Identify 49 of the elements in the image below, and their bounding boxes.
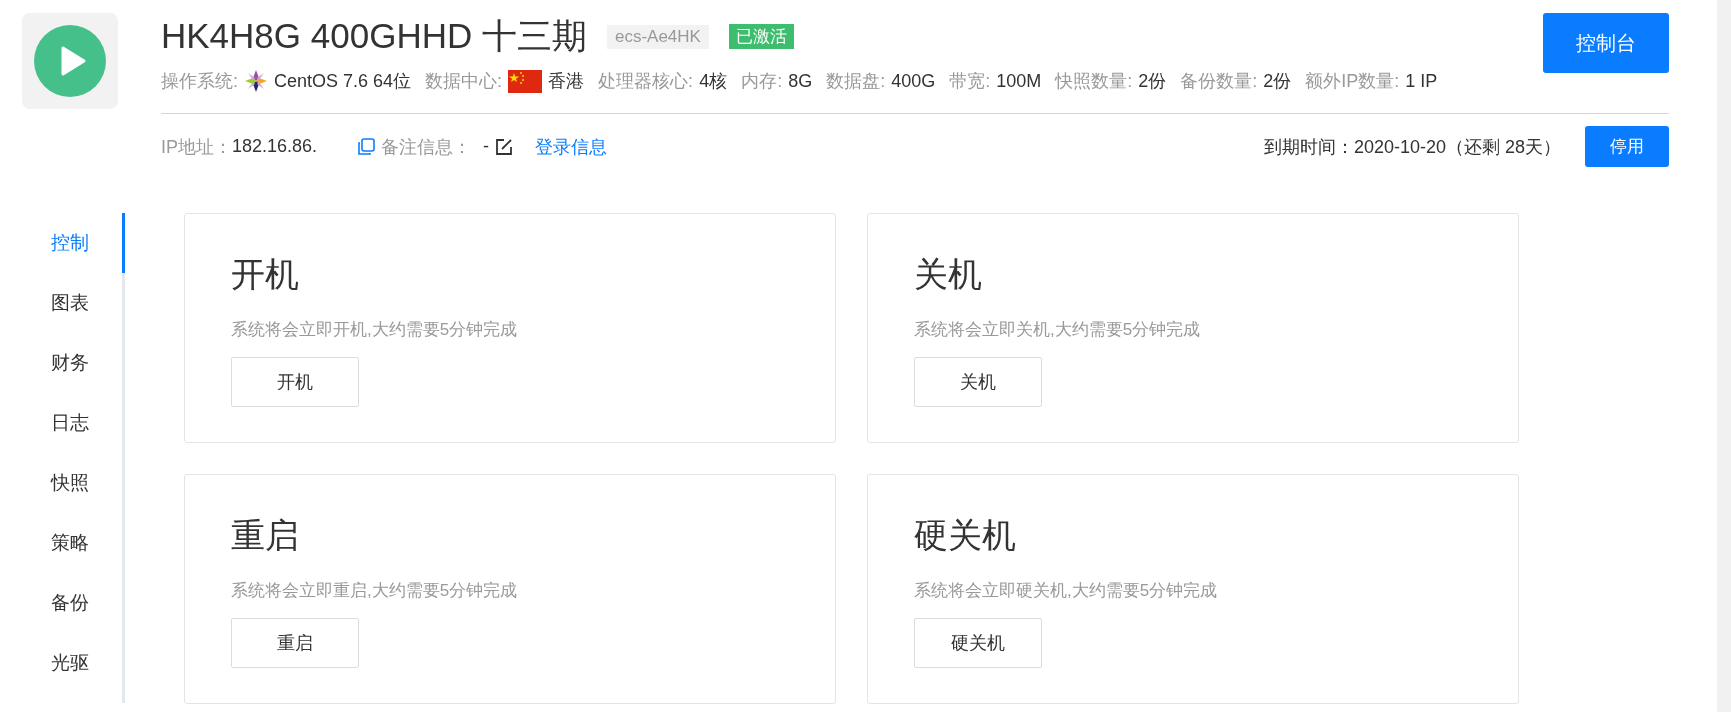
action-button[interactable]: 关机 [914,357,1042,407]
note-value: - [483,136,490,157]
spec-value: 2份 [1263,70,1292,93]
action-button[interactable]: 硬关机 [914,618,1042,668]
spec-label: 备份数量: [1180,70,1258,93]
disable-button[interactable]: 停用 [1585,126,1669,167]
card-description: 系统将会立即硬关机,大约需要5分钟完成 [914,580,1219,602]
note-label: 备注信息： [381,135,472,159]
action-button[interactable]: 开机 [231,357,359,407]
card-title: 硬关机 [914,515,1017,556]
card-title: 重启 [231,515,300,556]
ip-label: IP地址： [161,135,232,159]
spec-label: 额外IP数量: [1305,70,1400,93]
spec-label: 带宽: [949,70,991,93]
card-description: 系统将会立即开机,大约需要5分钟完成 [231,319,519,341]
sidebar-tab[interactable]: 控制 [22,213,125,273]
spec-value: 香港 [548,70,585,93]
server-title: HK4H8G 400GHHD 十三期 [161,15,587,57]
spec-value: 2份 [1138,70,1167,93]
spec-label: 快照数量: [1055,70,1133,93]
sidebar-tab[interactable]: 备份 [22,573,125,633]
instance-id-tag: ecs-Ae4HK [606,24,709,49]
console-button[interactable]: 控制台 [1543,13,1669,73]
expiry-text: 到期时间：2020-10-20（还剩 28天） [1263,135,1561,159]
status-badge: 已激活 [728,24,794,49]
spec-label: 内存: [741,70,783,93]
card-title: 开机 [231,254,300,295]
spec-label: 数据中心: [425,70,503,93]
spec-label: 操作系统: [161,70,238,93]
spec-value: 1 IP [1405,70,1438,92]
sidebar-tab[interactable]: 快照 [22,453,125,513]
sidebar-tab[interactable]: 策略 [22,513,125,573]
card-description: 系统将会立即重启,大约需要5分钟完成 [231,580,519,602]
spec-label: 数据盘: [826,70,886,93]
sidebar-tab[interactable]: 财务 [22,333,125,393]
spec-value: 100M [996,70,1042,92]
card-title: 关机 [914,254,983,295]
spec-value: 8G [788,70,813,92]
spec-value: CentOS 7.6 64位 [274,70,412,93]
login-info-link[interactable]: 登录信息 [535,134,608,159]
ip-value: 182.16.86. [232,136,318,157]
spec-label: 处理器核心: [598,70,694,93]
action-button[interactable]: 重启 [231,618,359,668]
sidebar-tab[interactable]: 光驱 [22,633,125,693]
card-description: 系统将会立即关机,大约需要5分钟完成 [914,319,1202,341]
spec-value: 400G [891,70,936,92]
spec-value: 4核 [699,70,728,93]
sidebar-tab[interactable]: 日志 [22,393,125,453]
sidebar-tab[interactable]: 图表 [22,273,125,333]
